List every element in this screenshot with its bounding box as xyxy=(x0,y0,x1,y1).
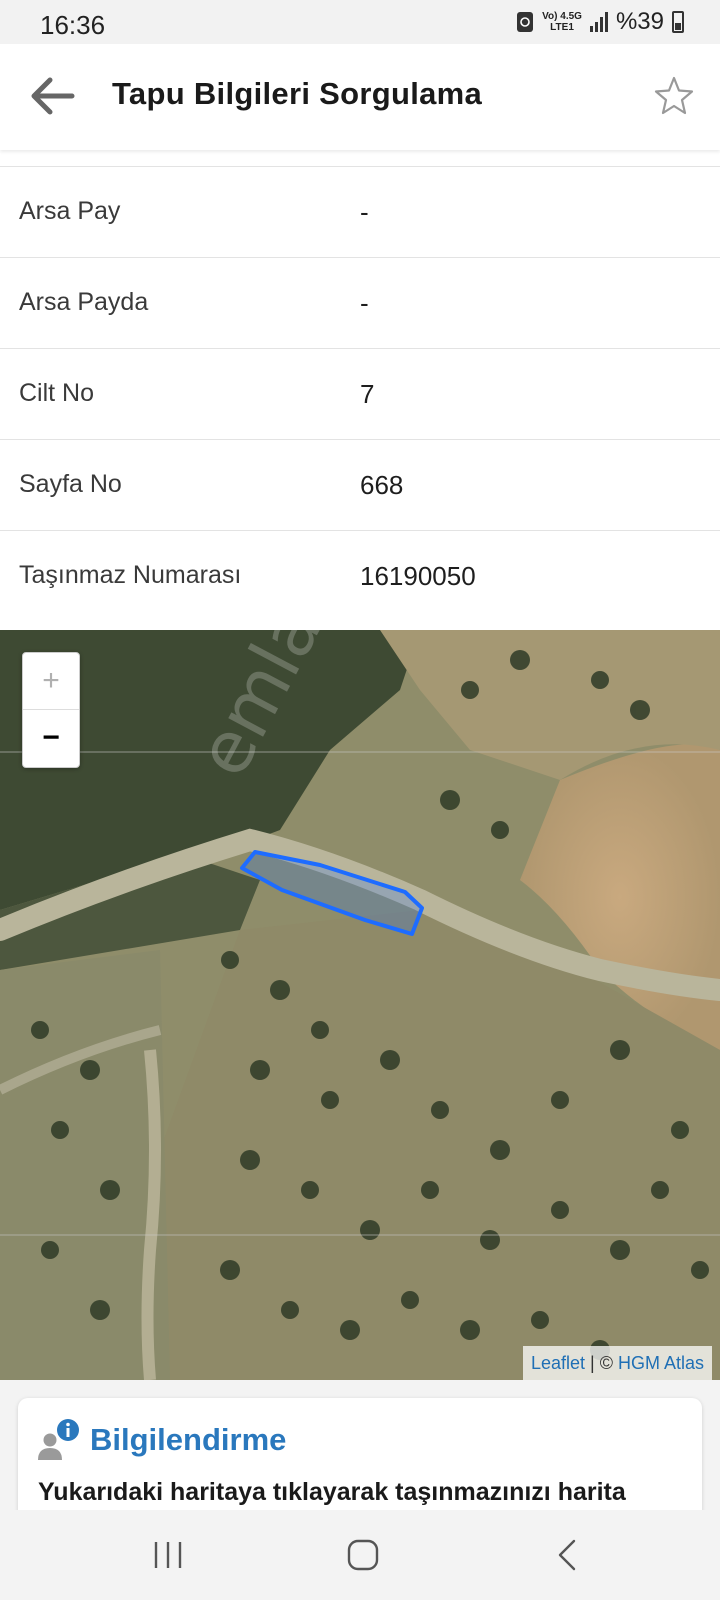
detail-row-cilt-no: Cilt No 7 xyxy=(0,349,720,440)
system-nav-bar xyxy=(0,1510,720,1600)
status-icons: Vo) 4.5G LTE1 %39 xyxy=(516,8,684,36)
back-icon xyxy=(558,1539,576,1571)
satellite-imagery xyxy=(0,630,720,1380)
info-card-title: Bilgilendirme xyxy=(90,1422,287,1457)
recent-apps-icon xyxy=(154,1542,182,1568)
recent-apps-button[interactable] xyxy=(146,1538,190,1572)
details-table: Arsa Pay - Arsa Payda - Cilt No 7 Sayfa … xyxy=(0,166,720,622)
home-button[interactable] xyxy=(342,1538,386,1572)
detail-value: 7 xyxy=(360,379,375,409)
detail-label: Sayfa No xyxy=(19,470,122,498)
hgm-atlas-link[interactable]: HGM Atlas xyxy=(618,1353,704,1373)
detail-row-sayfa-no: Sayfa No 668 xyxy=(0,440,720,531)
app-bar: Tapu Bilgileri Sorgulama xyxy=(0,44,720,150)
detail-value: - xyxy=(360,197,369,227)
zoom-out-button[interactable]: − xyxy=(23,710,79,766)
map-attribution: Leaflet | © HGM Atlas xyxy=(522,1346,712,1380)
detail-row-tasinmaz-numarasi: Taşınmaz Numarası 16190050 xyxy=(0,531,720,622)
network-top: Vo) 4.5G xyxy=(542,11,582,22)
signal-icon xyxy=(589,12,608,32)
detail-label: Cilt No xyxy=(19,379,95,407)
page-title: Tapu Bilgileri Sorgulama xyxy=(112,76,483,111)
favorite-button[interactable] xyxy=(652,74,696,118)
zoom-controls: + − xyxy=(22,652,80,768)
detail-label: Taşınmaz Numarası xyxy=(19,561,242,589)
leaflet-link[interactable]: Leaflet xyxy=(531,1353,585,1373)
attribution-separator: | © xyxy=(585,1353,618,1373)
detail-value: 16190050 xyxy=(360,561,476,591)
info-card-text: Yukarıdaki haritaya tıklayarak taşınmazı… xyxy=(38,1478,626,1506)
system-back-button[interactable] xyxy=(546,1538,590,1572)
detail-row-arsa-pay: Arsa Pay - xyxy=(0,167,720,258)
detail-row-arsa-payda: Arsa Payda - xyxy=(0,258,720,349)
user-info-icon xyxy=(38,1419,79,1460)
detail-value: 668 xyxy=(360,470,404,500)
status-time: 16:36 xyxy=(40,10,106,40)
back-button[interactable] xyxy=(28,74,76,118)
satellite-map[interactable]: emlakjet.com + − Leaflet | © HGM Atlas xyxy=(0,630,720,1380)
detail-label: Arsa Pay xyxy=(19,197,121,225)
home-icon xyxy=(347,1539,379,1571)
detail-label: Arsa Payda xyxy=(19,288,149,316)
zoom-in-button[interactable]: + xyxy=(23,653,79,710)
arrow-left-icon xyxy=(31,77,75,115)
detail-value: - xyxy=(360,288,369,318)
network-type: Vo) 4.5G LTE1 xyxy=(542,11,582,33)
status-bar: 16:36 Vo) 4.5G LTE1 %39 xyxy=(0,0,720,44)
sync-icon xyxy=(517,12,534,32)
info-card: Bilgilendirme Yukarıdaki haritaya tıklay… xyxy=(18,1398,702,1528)
battery-icon xyxy=(672,11,684,33)
network-bottom: LTE1 xyxy=(550,22,574,33)
battery-percent: %39 xyxy=(615,8,664,35)
star-outline-icon xyxy=(654,76,694,115)
